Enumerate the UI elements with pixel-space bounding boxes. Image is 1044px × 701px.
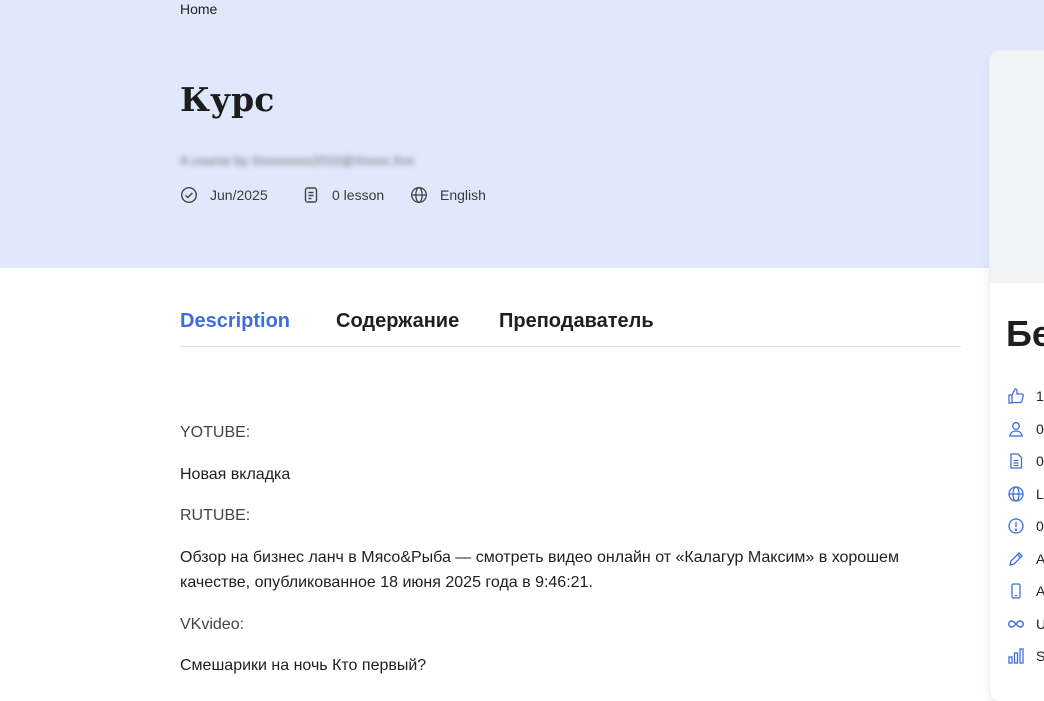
sidebar-row-quizzes: 0	[1007, 517, 1044, 535]
mobile-icon	[1007, 582, 1025, 600]
document-icon	[1007, 452, 1025, 470]
sidebar-row-mobile: A	[1007, 582, 1044, 600]
pencil-icon	[1007, 550, 1025, 568]
sidebar-row-level: S	[1007, 647, 1044, 665]
youtube-link-text[interactable]: Новая вкладка	[180, 462, 961, 487]
thumbs-up-icon	[1007, 387, 1025, 405]
meta-lessons-text: 0 lesson	[332, 187, 385, 203]
globe-icon	[410, 186, 428, 204]
rutube-text-line1[interactable]: Обзор на бизнес ланч в Мясо&Рыба — смотр…	[180, 545, 961, 570]
course-tabs: Description Содержание Преподаватель	[180, 308, 961, 347]
sidebar-row-students: 0	[1007, 420, 1044, 438]
course-preview-image[interactable]	[990, 51, 1044, 283]
user-icon	[1007, 420, 1025, 438]
vk-label: VKvideo:	[180, 616, 245, 633]
sidebar-row-assessments: A	[1007, 550, 1044, 568]
tab-content[interactable]: Содержание	[336, 310, 459, 333]
meta-date: Jun/2025	[180, 186, 268, 204]
rutube-text-line2[interactable]: качестве, опубликованное 18 июня 2025 го…	[180, 570, 961, 595]
meta-language-text: English	[440, 187, 486, 203]
youtube-label: YOTUBE:	[180, 424, 251, 441]
meta-date-text: Jun/2025	[210, 187, 268, 203]
page-title: Курс	[180, 80, 275, 119]
sidebar-row-likes: 1(	[1007, 387, 1044, 405]
tab-description[interactable]: Description	[180, 310, 290, 333]
globe-icon	[1007, 485, 1025, 503]
course-price: Бе	[1006, 313, 1044, 354]
check-circle-icon	[180, 186, 198, 204]
course-author: A course by Xxxxxxxxx2010@Xxxxx.Xxx	[180, 153, 415, 168]
sidebar-row-lessons: 0	[1007, 452, 1044, 470]
sidebar-row-access: U	[1007, 615, 1044, 633]
sidebar-row-language: L	[1007, 485, 1044, 503]
infinity-icon	[1007, 615, 1025, 633]
course-hero: Home Курс A course by Xxxxxxxxx2010@Xxxx…	[0, 0, 1044, 268]
breadcrumb-home-link[interactable]: Home	[180, 1, 217, 17]
vk-link-text[interactable]: Смешарики на ночь Кто первый?	[180, 653, 961, 678]
meta-language: English	[410, 186, 486, 204]
tab-instructor[interactable]: Преподаватель	[499, 310, 654, 333]
info-circle-icon	[1007, 517, 1025, 535]
document-icon	[302, 186, 320, 204]
course-sidebar-card: Бе 1( 0 0 L	[990, 51, 1044, 701]
rutube-label: RUTUBE:	[180, 507, 251, 524]
meta-lessons: 0 lesson	[302, 186, 384, 204]
bar-chart-icon	[1007, 647, 1025, 665]
